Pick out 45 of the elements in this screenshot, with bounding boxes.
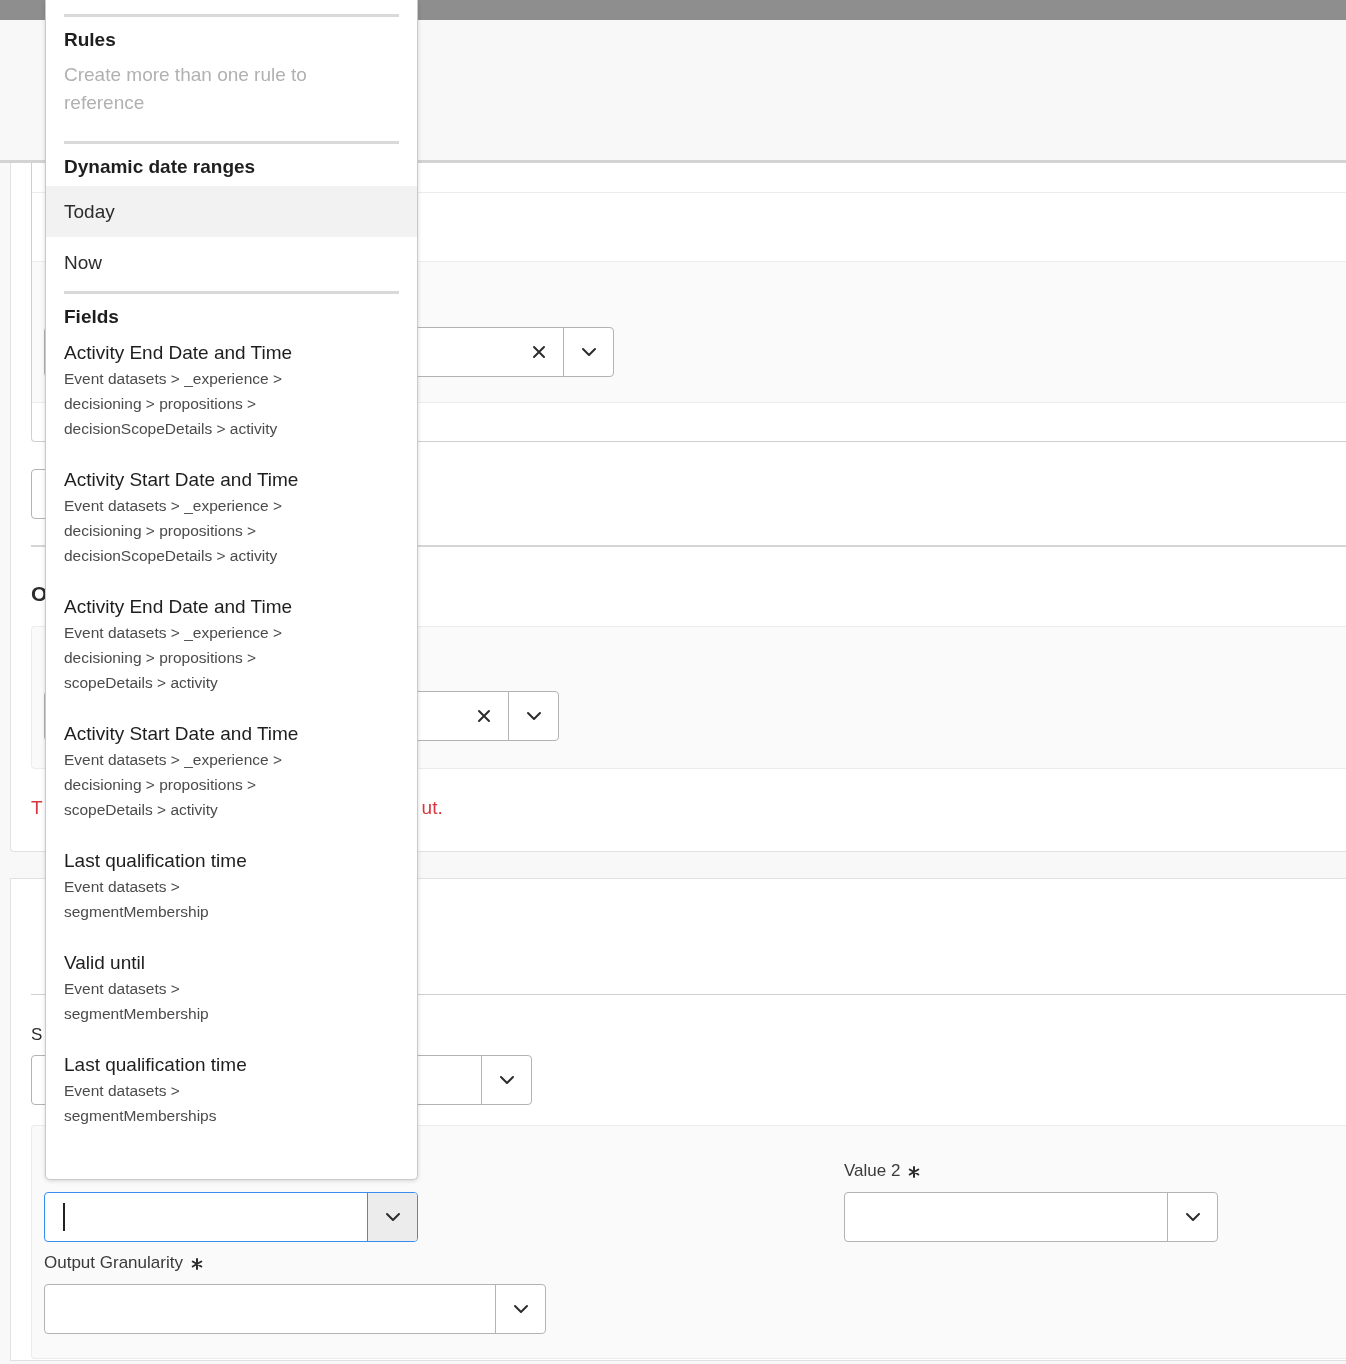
combo-box[interactable]: [44, 1284, 546, 1334]
item-title: Last qualification time: [64, 849, 248, 873]
combo-box[interactable]: [844, 1192, 1218, 1242]
field-label: Value 2: [844, 1161, 901, 1181]
error-text: ut.: [421, 797, 443, 819]
chevron-down-icon: [525, 711, 542, 721]
section-heading: Rules: [63, 28, 117, 52]
item-title: Last qualification time: [64, 1053, 248, 1077]
close-icon: [477, 709, 491, 723]
field-label: S: [31, 1025, 43, 1045]
chevron-down-icon: [498, 1075, 515, 1085]
item-path: Event datasets > _experience > decisioning > propositions > scopeDetails > activity: [64, 623, 283, 693]
item-path: Event datasets > _experience > decisioning > propositions > decisionScopeDetails > activity: [64, 369, 283, 439]
menu-item[interactable]: Activity End Date and Time Event datasets > _experience > decisioning > propositions > decisionScopeDetails > activity: [46, 336, 417, 463]
menu-item[interactable]: Valid until Event datasets > segmentMembership: [46, 946, 417, 1048]
chevron-down-icon: [512, 1304, 529, 1314]
error-text: T: [31, 797, 43, 819]
field-label: Output Granularity: [44, 1253, 183, 1273]
item-path: Event datasets > segmentMembership: [64, 979, 210, 1024]
item-path: Event datasets > _experience > decisioning > propositions > decisionScopeDetails > activity: [64, 496, 283, 566]
chevron-down-icon: [1184, 1212, 1201, 1222]
item-title: Activity Start Date and Time: [64, 468, 300, 492]
item-title: Activity End Date and Time: [64, 341, 294, 365]
item-title: Activity Start Date and Time: [64, 722, 300, 746]
menu-item[interactable]: Last qualification time Event datasets > segmentMembership: [46, 844, 417, 946]
menu-item[interactable]: Activity End Date and Time Event datasets > _experience > decisioning > propositions > scopeDetails > activity: [46, 590, 417, 717]
section-heading: Dynamic date ranges: [63, 155, 257, 179]
item-title: Activity End Date and Time: [64, 595, 294, 619]
hint-text: Create more than one rule to reference: [63, 63, 308, 115]
dropdown-button[interactable]: [367, 1193, 417, 1241]
combo-box[interactable]: [44, 1192, 418, 1242]
menu-item[interactable]: Activity Start Date and Time Event datasets > _experience > decisioning > propositions > scopeDetails > activity: [46, 717, 417, 844]
menu-item[interactable]: Today: [46, 186, 417, 237]
menu-item[interactable]: Now: [46, 237, 417, 288]
menu-item[interactable]: Activity Start Date and Time Event datasets > _experience > decisioning > propositions > decisionScopeDetails > activity: [46, 463, 417, 590]
close-icon: [532, 345, 546, 359]
text-cursor: [63, 1203, 65, 1231]
item-path: Event datasets > _experience > decisioning > propositions > scopeDetails > activity: [64, 750, 283, 820]
section-heading: Fields: [63, 305, 120, 329]
item-path: Event datasets > segmentMembership: [64, 877, 210, 922]
chevron-down-icon: [580, 347, 597, 357]
item-path: Event datasets > segmentMemberships: [64, 1081, 218, 1126]
chevron-down-icon: [384, 1212, 401, 1222]
item-title: Valid until: [64, 951, 146, 975]
menu-item[interactable]: Last qualification time Event datasets > segmentMemberships: [46, 1048, 417, 1150]
